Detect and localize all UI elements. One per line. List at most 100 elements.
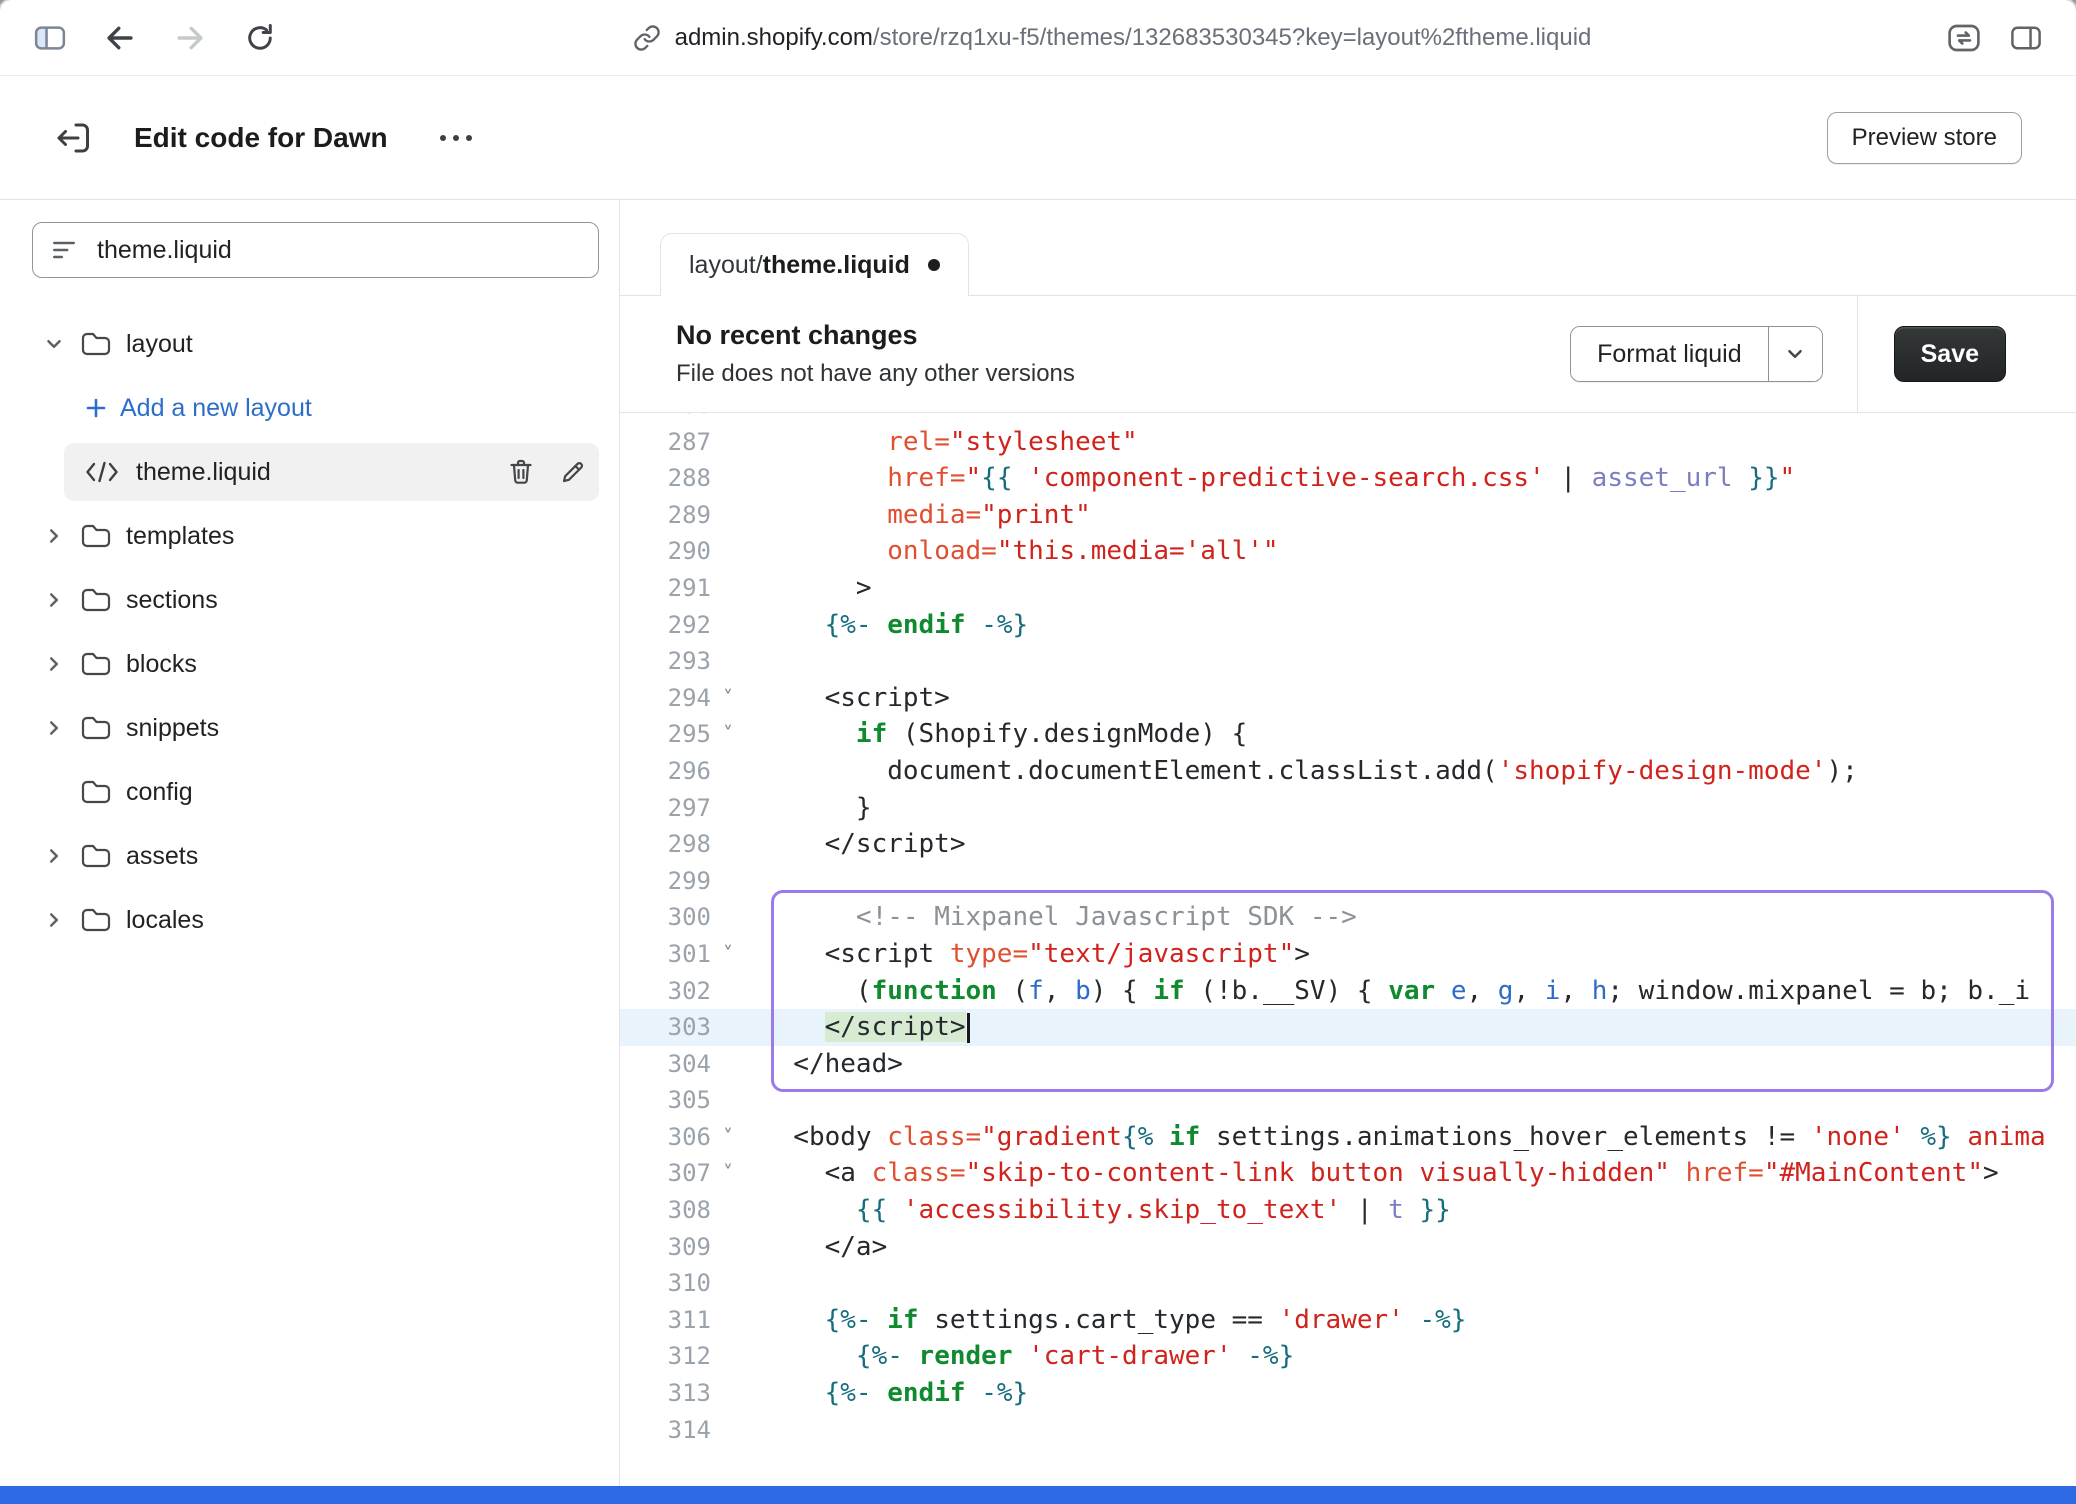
format-options-chevron-icon[interactable] xyxy=(1768,327,1822,381)
folder-icon xyxy=(80,715,126,742)
chevron-right-icon[interactable] xyxy=(44,910,80,930)
code-editor[interactable]: 286 <link287 rel="stylesheet"288 href="{… xyxy=(620,413,2076,1486)
sidebar-item-sections[interactable]: sections xyxy=(0,568,619,632)
fold-gutter xyxy=(711,826,745,863)
code-line[interactable]: 286 <link xyxy=(620,413,2076,424)
code-line[interactable]: 289 media="print" xyxy=(620,497,2076,534)
code-line[interactable]: 312 {%- render 'cart-drawer' -%} xyxy=(620,1338,2076,1375)
code-line[interactable]: 300 <!-- Mixpanel Javascript SDK --> xyxy=(620,899,2076,936)
unsaved-changes-dot xyxy=(928,259,940,271)
chevron-right-icon[interactable] xyxy=(44,526,80,546)
code-line[interactable]: 307˅ <a class="skip-to-content-link butt… xyxy=(620,1155,2076,1192)
fold-chevron-icon[interactable]: ˅ xyxy=(711,716,745,753)
code-line[interactable]: 314 xyxy=(620,1412,2076,1449)
code-line[interactable]: 291 > xyxy=(620,570,2076,607)
sidebar-item-locales[interactable]: locales xyxy=(0,888,619,952)
line-number: 309 xyxy=(620,1229,711,1266)
line-number: 299 xyxy=(620,863,711,900)
plus-icon xyxy=(84,396,120,420)
fold-gutter xyxy=(711,607,745,644)
fold-chevron-icon[interactable]: ˅ xyxy=(711,680,745,717)
fold-chevron-icon[interactable]: ˅ xyxy=(711,936,745,973)
sidebar-item-layout[interactable]: layout xyxy=(0,312,619,376)
file-search-box[interactable] xyxy=(32,222,599,278)
code-line[interactable]: 287 rel="stylesheet" xyxy=(620,424,2076,461)
chevron-right-icon[interactable] xyxy=(44,718,80,738)
line-number: 304 xyxy=(620,1046,711,1083)
sidebar-item-label: blocks xyxy=(126,650,197,679)
code-line[interactable]: 295˅ if (Shopify.designMode) { xyxy=(620,716,2076,753)
line-number: 286 xyxy=(620,413,711,424)
chevron-down-icon[interactable] xyxy=(44,334,80,354)
code-line[interactable]: 293 xyxy=(620,643,2076,680)
code-line[interactable]: 302 (function (f, b) { if (!b.__SV) { va… xyxy=(620,973,2076,1010)
code-line[interactable]: 311 {%- if settings.cart_type == 'drawer… xyxy=(620,1302,2076,1339)
rename-file-icon[interactable] xyxy=(547,459,599,485)
code-line[interactable]: 296 document.documentElement.classList.a… xyxy=(620,753,2076,790)
search-input[interactable] xyxy=(95,235,580,266)
line-number: 296 xyxy=(620,753,711,790)
code-line[interactable]: 306˅ <body class="gradient{% if settings… xyxy=(620,1119,2076,1156)
code-line[interactable]: 308 {{ 'accessibility.skip_to_text' | t … xyxy=(620,1192,2076,1229)
fold-gutter xyxy=(711,1046,745,1083)
fold-gutter xyxy=(711,533,745,570)
fold-gutter xyxy=(711,424,745,461)
address-bar[interactable]: admin.shopify.com/store/rzq1xu-f5/themes… xyxy=(282,24,1942,52)
chevron-right-icon[interactable] xyxy=(44,590,80,610)
line-number: 313 xyxy=(620,1375,711,1412)
line-number: 292 xyxy=(620,607,711,644)
code-line[interactable]: 288 href="{{ 'component-predictive-searc… xyxy=(620,460,2076,497)
code-line[interactable]: 310 xyxy=(620,1265,2076,1302)
panel-right-toggle-icon[interactable] xyxy=(2004,16,2048,60)
format-liquid-button[interactable]: Format liquid xyxy=(1571,327,1768,381)
sidebar-item-blocks[interactable]: blocks xyxy=(0,632,619,696)
code-line[interactable]: 299 xyxy=(620,863,2076,900)
line-number: 314 xyxy=(620,1412,711,1449)
chevron-right-icon[interactable] xyxy=(44,846,80,866)
code-line[interactable]: 297 } xyxy=(620,790,2076,827)
sidebar-item-assets[interactable]: assets xyxy=(0,824,619,888)
chevron-right-icon[interactable] xyxy=(44,654,80,674)
line-number: 289 xyxy=(620,497,711,534)
fold-gutter xyxy=(711,1302,745,1339)
fold-gutter xyxy=(711,1229,745,1266)
sidebar-item-snippets[interactable]: snippets xyxy=(0,696,619,760)
sidebar-item-templates[interactable]: templates xyxy=(0,504,619,568)
code-line[interactable]: 313 {%- endif -%} xyxy=(620,1375,2076,1412)
sidebar-toggle-icon[interactable] xyxy=(28,16,72,60)
exit-editor-button[interactable] xyxy=(44,110,100,166)
code-line[interactable]: 303 </script> xyxy=(620,1009,2076,1046)
fold-gutter xyxy=(711,863,745,900)
preview-store-button[interactable]: Preview store xyxy=(1827,112,2022,164)
fold-chevron-icon[interactable]: ˅ xyxy=(711,1155,745,1192)
code-line[interactable]: 304 </head> xyxy=(620,1046,2076,1083)
line-number: 288 xyxy=(620,460,711,497)
folder-icon xyxy=(80,779,126,806)
fold-gutter xyxy=(711,1412,745,1449)
code-line[interactable]: 290 onload="this.media='all'" xyxy=(620,533,2076,570)
forward-icon[interactable] xyxy=(168,16,212,60)
reload-icon[interactable] xyxy=(238,16,282,60)
editor-lines: 286 <link287 rel="stylesheet"288 href="{… xyxy=(620,413,2076,1448)
code-line[interactable]: 301˅ <script type="text/javascript"> xyxy=(620,936,2076,973)
sidebar-item-label: templates xyxy=(126,522,234,551)
folder-icon xyxy=(80,843,126,870)
line-number: 303 xyxy=(620,1009,711,1046)
fold-gutter xyxy=(711,1375,745,1412)
back-icon[interactable] xyxy=(98,16,142,60)
sidebar-item-theme-liquid[interactable]: theme.liquid xyxy=(64,443,599,501)
delete-file-icon[interactable] xyxy=(495,458,547,486)
status-title: No recent changes xyxy=(676,320,1075,351)
sidebar-item-config[interactable]: config xyxy=(0,760,619,824)
more-actions-button[interactable] xyxy=(430,118,482,158)
save-button[interactable]: Save xyxy=(1894,326,2006,382)
add-layout-button[interactable]: Add a new layout xyxy=(0,376,619,440)
tab-theme-liquid[interactable]: layout/theme.liquid xyxy=(660,233,969,296)
code-line[interactable]: 298 </script> xyxy=(620,826,2076,863)
code-line[interactable]: 309 </a> xyxy=(620,1229,2076,1266)
fold-chevron-icon[interactable]: ˅ xyxy=(711,1119,745,1156)
code-line[interactable]: 292 {%- endif -%} xyxy=(620,607,2076,644)
code-line[interactable]: 305 xyxy=(620,1082,2076,1119)
code-line[interactable]: 294˅ <script> xyxy=(620,680,2076,717)
extension-icon[interactable] xyxy=(1942,16,1986,60)
